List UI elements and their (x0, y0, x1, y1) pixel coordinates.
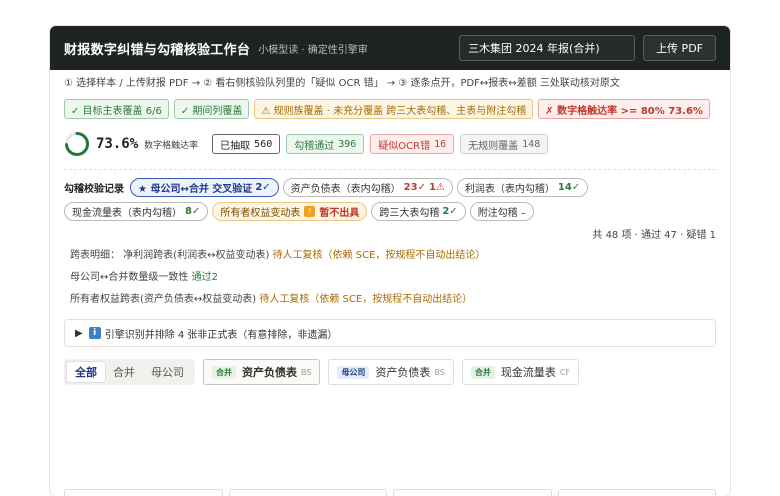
filter-cross-statement[interactable]: 跨三大表勾稽 2✓ (371, 202, 466, 221)
check-record-filters: 勾稽校验记录 ★ 母公司↔合并 交叉验证 2✓ 资产负债表（表内勾稽） 23✓ 1… (64, 178, 716, 221)
coverage-badges: ✓ 目标主表覆盖 6/6 ✓ 期间列覆盖 ⚠ 规则族覆盖 · 未充分覆盖 跨三大… (64, 99, 716, 119)
divider (64, 169, 716, 170)
info-icon: i (88, 327, 101, 339)
records-title: 勾稽校验记录 (64, 184, 124, 195)
chip-no-rule-coverage[interactable]: 无规则覆盖 148 (460, 134, 549, 154)
detail-line-equity: 所有者权益跨表(资产负债表↔权益变动表) 待人工复核（依赖 SCE，按规程不自动… (70, 294, 473, 305)
scope-tab-parent[interactable]: 母公司 (143, 362, 192, 382)
step-instructions: ① 选择样本 / 上传财报 PDF → ② 看右侧核验队列里的「疑似 OCR 错… (64, 78, 620, 89)
reach-rate-label: 数字格触达率 (144, 140, 199, 151)
tab-parent-balance-sheet[interactable]: 母公司 资产负债表 BS (328, 359, 454, 385)
badge-rule-coverage: ⚠ 规则族覆盖 · 未充分覆盖 跨三大表勾稽、主表与附注勾稽 (254, 99, 534, 119)
filter-notes[interactable]: 附注勾稽 – (469, 202, 534, 221)
badge-cell-reach-rate: ✗ 数字格触达率 >= 80% 73.6% (538, 99, 710, 119)
filter-equity-statement[interactable]: 所有者权益变动表 ! 暂不出具 (212, 202, 368, 221)
filter-cash-flow[interactable]: 现金流量表（表内勾稽） 8✓ (64, 202, 209, 221)
workbench-window: 财报数字纠错与勾稽核验工作台 小模型读 · 确定性引擎审 三木集团 2024 年… (50, 26, 730, 496)
scope-segmented-control: 全部 合并 母公司 (64, 359, 195, 385)
filter-parent-consolidated[interactable]: ★ 母公司↔合并 交叉验证 2✓ (130, 178, 279, 197)
chip-suspected-ocr-error[interactable]: 疑似OCR错 16 (370, 134, 455, 154)
tab-consolidated-balance-sheet[interactable]: 合并 资产负债表 BS (203, 359, 321, 385)
tab-consolidated-cash-flow[interactable]: 合并 现金流量表 CF (461, 359, 580, 385)
chip-passed[interactable]: 勾稽通过 396 (286, 134, 365, 154)
scope-tab-all[interactable]: 全部 (67, 362, 105, 382)
expand-arrow-icon: ▶ (75, 327, 83, 339)
scope-tab-consolidated[interactable]: 合并 (105, 362, 143, 382)
chip-extracted[interactable]: 已抽取 560 (212, 134, 281, 154)
sample-select[interactable]: 三木集团 2024 年报(合并) (459, 35, 636, 61)
excluded-tables-toggle[interactable]: ▶ i 引擎识别并排除 4 张非正式表（有意排除，非遗漏） (64, 319, 716, 347)
main-content: ① 选择样本 / 上传财报 PDF → ② 看右侧核验队列里的「疑似 OCR 错… (50, 70, 730, 385)
progress-ring-icon (65, 132, 89, 156)
detail-line-net-profit: 跨表明细： 净利润跨表(利润表↔权益变动表) 待人工复核（依赖 SCE，按规程不… (70, 250, 486, 261)
detail-line-parent-consolidated: 母公司↔合并数量级一致性 通过2 (70, 272, 218, 283)
statement-tabs-row: 全部 合并 母公司 合并 资产负债表 BS 母公司 资产负债表 BS 合并 现金… (64, 359, 716, 385)
records-summary: 共 48 项 · 通过 47 · 疑错 1 (592, 230, 716, 241)
badge-period-coverage: ✓ 期间列覆盖 (173, 99, 250, 119)
warning-icon: ! (304, 206, 316, 217)
reach-rate-value: 73.6% (96, 136, 139, 152)
app-subtitle: 小模型读 · 确定性引擎审 (258, 44, 368, 56)
badge-main-table-coverage: ✓ 目标主表覆盖 6/6 (64, 99, 169, 119)
filter-income-statement[interactable]: 利润表（表内勾稽） 14✓ (456, 178, 589, 197)
filter-balance-sheet[interactable]: 资产负债表（表内勾稽） 23✓ 1⚠ (282, 178, 453, 197)
excluded-tables-text: 引擎识别并排除 4 张非正式表（有意排除，非遗漏） (104, 329, 338, 341)
metrics-row: 73.6% 数字格触达率 已抽取 560 勾稽通过 396 疑似OCR错 16 无规则… (64, 131, 716, 157)
upload-pdf-button[interactable]: 上传 PDF (643, 35, 716, 61)
app-header: 财报数字纠错与勾稽核验工作台 小模型读 · 确定性引擎审 三木集团 2024 年… (50, 26, 730, 70)
app-title: 财报数字纠错与勾稽核验工作台 (64, 42, 251, 58)
